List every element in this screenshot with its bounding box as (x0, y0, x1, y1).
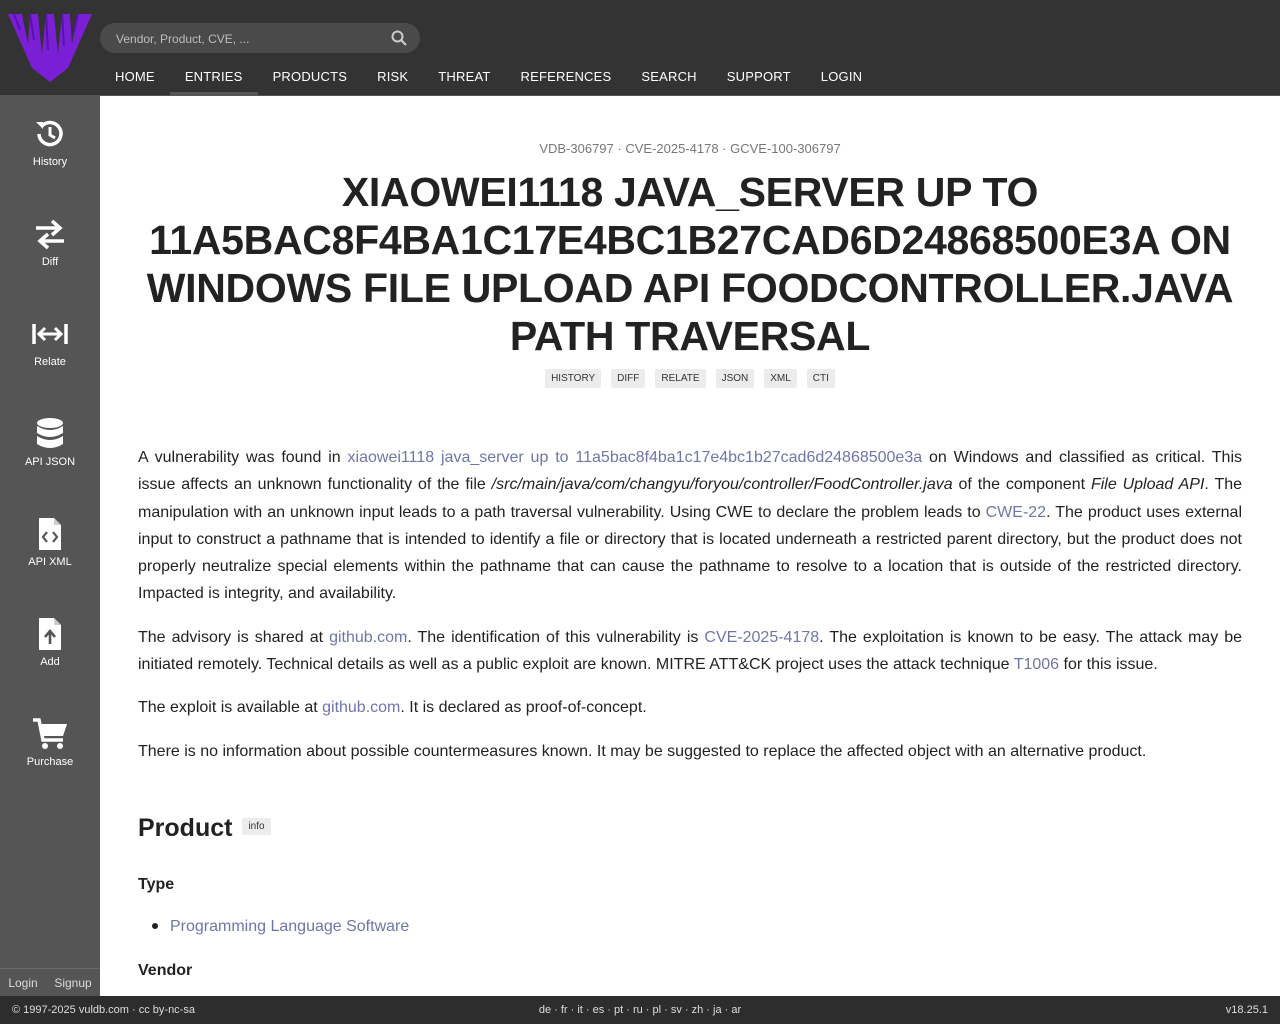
search-icon[interactable] (390, 29, 408, 47)
advisory-link[interactable]: github.com (329, 629, 407, 646)
upload-file-icon (39, 618, 61, 650)
entry-description: A vulnerability was found in xiaowei1118… (138, 444, 1242, 781)
page-title: XIAOWEI1118 JAVA_SERVER UP TO 11A5BAC8F4… (146, 169, 1234, 359)
attack-technique-link[interactable]: T1006 (1014, 656, 1059, 673)
cve-link[interactable]: CVE-2025-4178 (704, 629, 819, 646)
database-icon (37, 418, 63, 448)
tag-history[interactable]: HISTORY (545, 369, 602, 388)
top-bar: HOME ENTRIES PRODUCTS RISK THREAT REFERE… (0, 0, 1280, 96)
tag-relate[interactable]: RELATE (655, 369, 706, 388)
vuldb-logo[interactable] (8, 10, 92, 82)
nav-entries[interactable]: ENTRIES (169, 60, 258, 95)
history-icon (36, 120, 63, 147)
sidebar-item-label: Purchase (26, 756, 74, 768)
type-link[interactable]: Programming Language Software (170, 918, 409, 935)
sidebar-item-relate[interactable]: Relate (0, 316, 100, 396)
sidebar-login-link[interactable]: Login (8, 976, 37, 990)
sidebar: History Diff Relate API JSON API XML Add… (0, 96, 100, 996)
entry-tags: HISTORY DIFF RELATE JSON XML CTI (100, 369, 1280, 388)
language-links[interactable]: de · fr · it · es · pt · ru · pl · sv · … (0, 1004, 1280, 1016)
product-heading: Product info (138, 814, 271, 843)
cart-icon (33, 718, 67, 749)
product-link[interactable]: xiaowei1118 java_server up to 11a5bac8f4… (348, 449, 923, 466)
cwe-link[interactable]: CWE-22 (986, 504, 1046, 521)
nav-products[interactable]: PRODUCTS (258, 60, 363, 95)
search-input[interactable] (114, 23, 388, 55)
sidebar-item-api-xml[interactable]: API XML (0, 516, 100, 596)
sidebar-item-label: Relate (34, 356, 66, 368)
sidebar-item-label: API XML (28, 556, 72, 568)
code-file-icon (39, 518, 61, 550)
product-info-tag[interactable]: info (242, 817, 271, 835)
main-content: VDB-306797 · CVE-2025-4178 · GCVE-100-30… (100, 96, 1280, 996)
nav-support[interactable]: SUPPORT (712, 60, 806, 95)
nav-search[interactable]: SEARCH (626, 60, 711, 95)
type-label: Type (138, 876, 175, 893)
nav-risk[interactable]: RISK (362, 60, 423, 95)
tag-diff[interactable]: DIFF (611, 369, 646, 388)
sidebar-item-label: History (32, 156, 68, 168)
exploit-link[interactable]: github.com (322, 699, 400, 716)
footer: © 1997-2025 vuldb.com · cc by-nc-sa de ·… (0, 996, 1280, 1024)
paragraph-countermeasures: There is no information about possible c… (138, 742, 1147, 760)
nav-login[interactable]: LOGIN (806, 60, 877, 95)
sidebar-item-diff[interactable]: Diff (0, 216, 100, 296)
file-path: /src/main/java/com/changyu/foryou/contro… (491, 476, 953, 494)
bullet-dot (152, 923, 158, 929)
nav-threat[interactable]: THREAT (423, 60, 505, 95)
sidebar-item-api-json[interactable]: API JSON (0, 416, 100, 496)
relate-icon (32, 324, 68, 344)
search-box[interactable] (100, 23, 420, 55)
sidebar-item-label: Diff (41, 256, 59, 268)
sidebar-item-add[interactable]: Add (0, 616, 100, 696)
component-name: File Upload API (1090, 476, 1205, 494)
sidebar-item-history[interactable]: History (0, 116, 100, 196)
tag-xml[interactable]: XML (764, 369, 797, 388)
sidebar-item-label: Add (40, 656, 60, 668)
swap-icon (36, 219, 64, 250)
version: v18.25.1 (1225, 1004, 1268, 1016)
sidebar-item-purchase[interactable]: Purchase (0, 716, 100, 796)
main-nav: HOME ENTRIES PRODUCTS RISK THREAT REFERE… (100, 60, 877, 95)
nav-home[interactable]: HOME (100, 60, 170, 95)
paragraph-advisory: The advisory is shared at github.com. Th… (138, 628, 1243, 674)
sidebar-signup-link[interactable]: Signup (54, 976, 91, 990)
sidebar-item-label: API JSON (24, 456, 76, 468)
paragraph-exploit: The exploit is available at github.com. … (138, 699, 647, 717)
vendor-label: Vendor (138, 962, 193, 979)
sidebar-auth: Login Signup (0, 968, 100, 997)
paragraph-summary: A vulnerability was found in xiaowei1118… (138, 449, 1243, 603)
list-item: Programming Language Software (152, 918, 409, 936)
tag-json[interactable]: JSON (715, 369, 755, 388)
tag-cti[interactable]: CTI (806, 369, 835, 388)
entry-ids: VDB-306797 · CVE-2025-4178 · GCVE-100-30… (539, 141, 841, 156)
nav-references[interactable]: REFERENCES (506, 60, 627, 95)
